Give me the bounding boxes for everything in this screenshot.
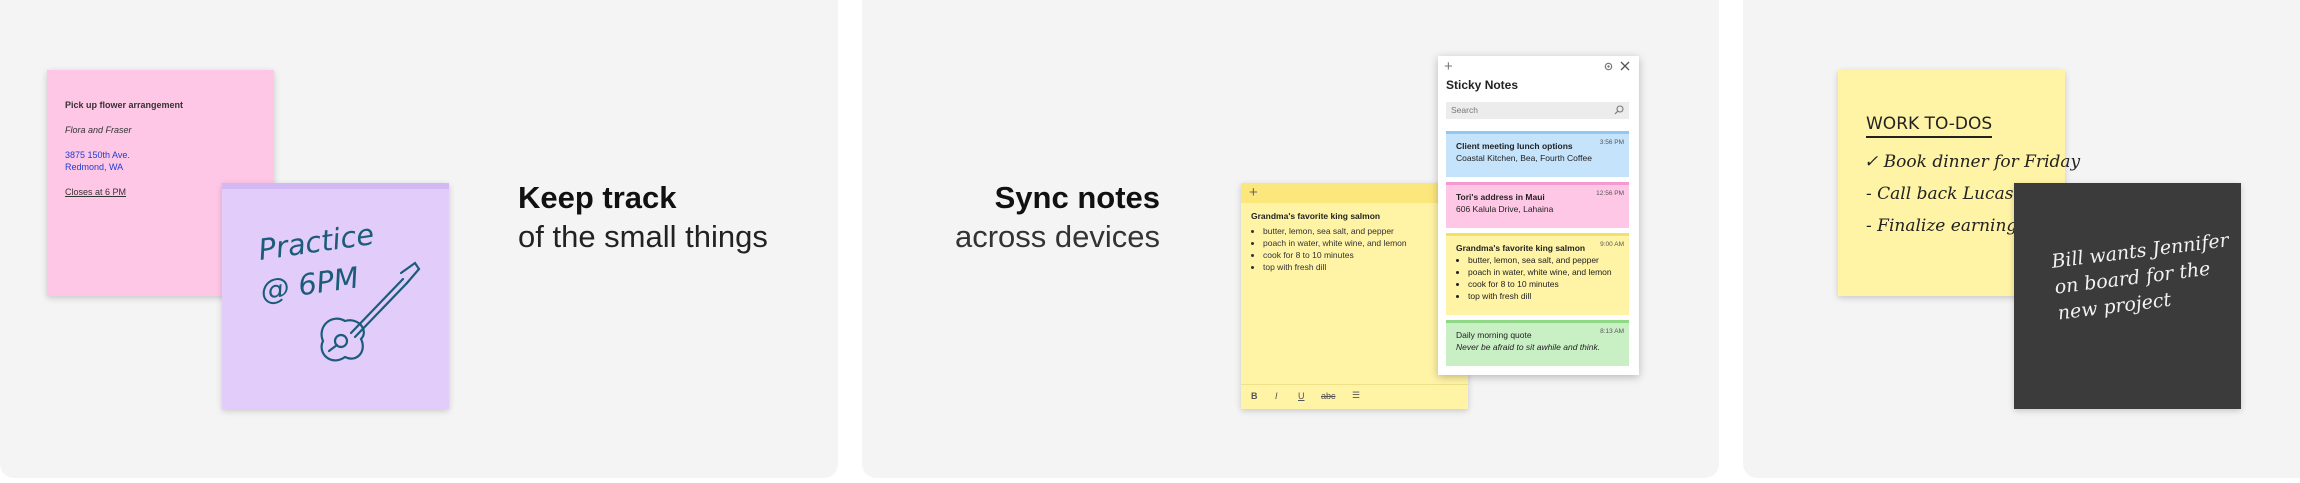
list-item: top with fresh dill bbox=[1263, 261, 1458, 273]
list-item: poach in water, white wine, and lemon bbox=[1468, 266, 1619, 278]
guitar-drawing-icon bbox=[320, 261, 421, 362]
note-title-bar: + bbox=[1241, 183, 1468, 203]
list-item: butter, lemon, sea salt, and pepper bbox=[1263, 225, 1458, 237]
list-item-client-meeting[interactable]: 3:56 PM Client meeting lunch options Coa… bbox=[1446, 131, 1629, 177]
bullets-button[interactable]: ☰ bbox=[1352, 390, 1360, 401]
list-note-items: butter, lemon, sea salt, and pepper poac… bbox=[1456, 254, 1619, 302]
list-note-title: Tori's address in Maui bbox=[1456, 192, 1545, 202]
list-item-tori-address[interactable]: 12:56 PM Tori's address in Maui 606 Kalu… bbox=[1446, 182, 1629, 228]
list-item: butter, lemon, sea salt, and pepper bbox=[1468, 254, 1619, 266]
search-placeholder: Search bbox=[1451, 105, 1478, 115]
address-link-line2[interactable]: Redmond, WA bbox=[65, 162, 256, 172]
add-note-icon[interactable]: + bbox=[1444, 58, 1453, 75]
list-note-body: Never be afraid to sit awhile and think. bbox=[1456, 342, 1601, 352]
open-note-list: butter, lemon, sea salt, and pepper poac… bbox=[1251, 225, 1458, 273]
headline-keep-track: Keep track bbox=[518, 180, 677, 215]
headline-sync-notes: Sync notes bbox=[994, 180, 1160, 215]
note-time: 8:13 AM bbox=[1600, 328, 1624, 335]
note-time: 9:00 AM bbox=[1600, 241, 1624, 248]
add-note-icon[interactable]: + bbox=[1249, 184, 1258, 201]
todo-heading: WORK TO-DOS bbox=[1866, 114, 1993, 138]
panel-keep-track: Pick up flower arrangement Flora and Fra… bbox=[0, 0, 838, 478]
note-time: 3:56 PM bbox=[1599, 139, 1624, 146]
note-subtitle: Flora and Fraser bbox=[65, 125, 132, 135]
list-note-title: Grandma's favorite king salmon bbox=[1456, 243, 1586, 253]
list-window-title: Sticky Notes bbox=[1446, 78, 1519, 92]
list-note-title: Client meeting lunch options bbox=[1456, 141, 1573, 151]
note-time: 12:56 PM bbox=[1596, 190, 1624, 197]
list-note-title: Daily morning quote bbox=[1456, 330, 1532, 340]
list-item: cook for 8 to 10 minutes bbox=[1468, 278, 1619, 290]
subline-across-devices: across devices bbox=[954, 219, 1160, 254]
subline-small-things: of the small things bbox=[518, 219, 768, 254]
list-note-body: 606 Kalula Drive, Lahaina bbox=[1456, 204, 1554, 214]
search-input[interactable]: Search bbox=[1446, 102, 1629, 119]
list-item: cook for 8 to 10 minutes bbox=[1263, 249, 1458, 261]
format-toolbar: B I U abc ☰ bbox=[1241, 384, 1468, 409]
dark-sticky-note[interactable]: Bill wants Jennifer on board for the new… bbox=[2014, 183, 2241, 409]
address-link-line1[interactable]: 3875 150th Ave. bbox=[65, 150, 256, 160]
search-icon[interactable] bbox=[1614, 105, 1624, 115]
strikethrough-button[interactable]: abc bbox=[1321, 391, 1336, 401]
open-yellow-note[interactable]: + Grandma's favorite king salmon butter,… bbox=[1241, 183, 1468, 409]
gear-icon[interactable] bbox=[1603, 61, 1614, 72]
open-note-title: Grandma's favorite king salmon bbox=[1251, 211, 1381, 221]
italic-button[interactable]: I bbox=[1275, 391, 1278, 401]
list-item: top with fresh dill bbox=[1468, 290, 1619, 302]
bold-button[interactable]: B bbox=[1251, 391, 1258, 401]
close-icon[interactable] bbox=[1620, 61, 1630, 71]
list-item-daily-quote[interactable]: 8:13 AM Daily morning quote Never be afr… bbox=[1446, 320, 1629, 366]
list-note-body: Coastal Kitchen, Bea, Fourth Coffee bbox=[1456, 153, 1592, 163]
underline-button[interactable]: U bbox=[1298, 391, 1305, 401]
sticky-notes-list-window: + Sticky Notes Search 3:56 PM Client mee… bbox=[1438, 56, 1639, 375]
todo-line: ✓ Book dinner for Friday bbox=[1864, 152, 2081, 172]
note-title: Pick up flower arrangement bbox=[65, 100, 184, 110]
purple-sticky-note[interactable]: Practice @ 6PM bbox=[222, 183, 449, 409]
list-item-king-salmon[interactable]: 9:00 AM Grandma's favorite king salmon b… bbox=[1446, 233, 1629, 315]
list-item: poach in water, white wine, and lemon bbox=[1263, 237, 1458, 249]
todo-line: - Call back Lucas bbox=[1866, 184, 2014, 204]
note-top-bar bbox=[222, 183, 449, 189]
